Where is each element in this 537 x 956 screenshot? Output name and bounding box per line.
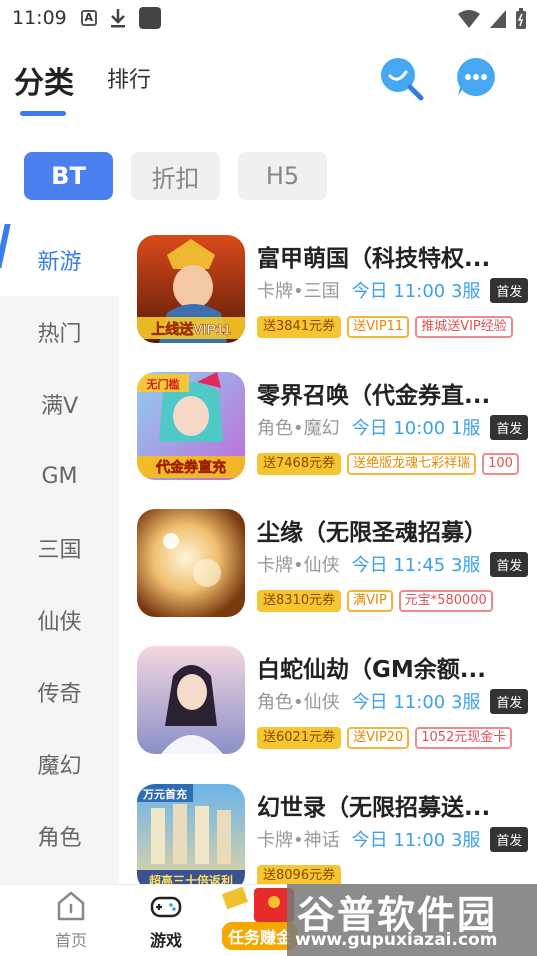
search-icon[interactable]	[378, 55, 424, 105]
game-genre: 卡牌•三国	[257, 281, 340, 302]
game-icon-badge-text: 万元首充	[142, 787, 187, 801]
filter-h5-button[interactable]: H5	[238, 152, 327, 200]
game-icon[interactable]	[137, 509, 245, 617]
wifi-icon	[457, 9, 481, 34]
game-tags: 送8310元券 满VIP 元宝*580000	[257, 590, 521, 612]
game-title[interactable]: 幻世录（无限招募送...	[257, 788, 517, 822]
game-icon[interactable]: 无门槛 代金券直充	[137, 372, 245, 480]
nav-home-label: 首页	[54, 931, 87, 950]
game-icon-caption: 上线送VIP11	[151, 321, 231, 337]
game-list-item[interactable]: 上线送VIP11 富甲萌国（科技特权... 卡牌•三国 今日 11:00 3服 …	[137, 235, 537, 343]
home-icon	[57, 891, 85, 921]
game-title[interactable]: 富甲萌国（科技特权...	[257, 239, 517, 273]
benefit-tag: 元宝*580000	[398, 590, 493, 612]
game-list-item[interactable]: 尘缘（无限圣魂招募） 卡牌•仙侠 今日 11:45 3服 首发 送8310元券 …	[137, 509, 537, 617]
benefit-tag: 满VIP	[347, 590, 393, 612]
game-title[interactable]: 白蛇仙劫（GM余额...	[257, 650, 517, 684]
notification-a-icon: A	[80, 10, 97, 26]
sidebar-item-fantasy[interactable]: 魔幻	[0, 728, 119, 800]
status-bar: 11:09 A	[0, 0, 537, 36]
game-list-item[interactable]: 白蛇仙劫（GM余额... 角色•仙侠 今日 11:00 3服 首发 送6021元…	[137, 646, 537, 754]
server-open-time: 今日 11:00 3服	[351, 281, 481, 302]
voucher-tag: 送8310元券	[257, 590, 342, 612]
status-time: 11:09	[12, 7, 67, 29]
server-open-time: 今日 11:00 3服	[351, 692, 481, 713]
sidebar-item-new[interactable]: 新游	[0, 224, 119, 296]
app-notification-icon	[138, 7, 161, 29]
game-icon[interactable]: 万元首充 超高三十倍返利	[137, 784, 245, 892]
game-icon[interactable]: 上线送VIP11	[137, 235, 245, 343]
game-tags: 送7468元券 送绝版龙魂七彩祥瑞 100	[257, 453, 521, 475]
game-genre: 角色•魔幻	[257, 418, 340, 439]
watermark-url: www.gupuxiazai.com	[295, 930, 498, 950]
download-icon	[109, 8, 127, 28]
game-icon-caption: 代金券直充	[155, 459, 226, 475]
game-meta: 卡牌•三国 今日 11:00 3服 首发	[257, 277, 529, 303]
sidebar-item-gm[interactable]: GM	[0, 440, 119, 512]
filter-discount-button[interactable]: 折扣	[131, 152, 220, 200]
sidebar-item-rpg[interactable]: 角色	[0, 800, 119, 872]
tab-category[interactable]: 分类	[14, 58, 74, 102]
first-release-badge: 首发	[490, 551, 529, 577]
red-envelope-icon	[221, 886, 294, 922]
game-meta: 角色•魔幻 今日 10:00 1服 首发	[257, 414, 529, 440]
game-title[interactable]: 零界召唤（代金券直...	[257, 376, 517, 410]
sidebar-item-full-vip[interactable]: 满V	[0, 368, 119, 440]
nav-home[interactable]: 首页	[41, 889, 101, 951]
server-open-time: 今日 11:00 3服	[351, 830, 481, 851]
game-meta: 卡牌•神话 今日 11:00 3服 首发	[257, 826, 529, 852]
game-icon[interactable]	[137, 646, 245, 754]
game-genre: 卡牌•神话	[257, 830, 340, 851]
tab-ranking[interactable]: 排行	[107, 62, 151, 94]
benefit-tag: 送VIP11	[347, 316, 410, 338]
game-genre: 卡牌•仙侠	[257, 555, 340, 576]
voucher-tag: 送6021元券	[257, 727, 342, 749]
game-list-item[interactable]: 万元首充 超高三十倍返利 幻世录（无限招募送... 卡牌•神话 今日 11:00…	[137, 784, 537, 892]
game-tags: 送3841元券 送VIP11 推城送VIP经验	[257, 316, 521, 338]
game-tags: 送6021元券 送VIP20 1052元现金卡	[257, 727, 521, 749]
benefit-tag: 推城送VIP经验	[415, 316, 513, 338]
voucher-tag: 送3841元券	[257, 316, 342, 338]
active-tab-indicator	[20, 111, 66, 116]
category-sidebar: 新游 热门 满V GM 三国 仙侠 传奇 魔幻 角色	[0, 224, 119, 884]
benefit-tag: 1052元现金卡	[415, 727, 513, 749]
nav-games[interactable]: 游戏	[136, 889, 196, 951]
first-release-badge: 首发	[490, 414, 529, 440]
sidebar-item-hot[interactable]: 热门	[0, 296, 119, 368]
first-release-badge: 首发	[490, 826, 529, 852]
game-genre: 角色•仙侠	[257, 692, 340, 713]
voucher-tag: 送7468元券	[257, 453, 342, 475]
sidebar-item-legend[interactable]: 传奇	[0, 656, 119, 728]
site-watermark: 谷普软件园 www.gupuxiazai.com	[287, 884, 537, 956]
game-list-item[interactable]: 无门槛 代金券直充 零界召唤（代金券直... 角色•魔幻 今日 10:00 1服…	[137, 372, 537, 480]
filter-bt-button[interactable]: BT	[24, 152, 113, 200]
game-icon-badge-text: 无门槛	[146, 377, 180, 391]
benefit-tag: 送绝版龙魂七彩祥瑞	[347, 453, 477, 475]
game-meta: 卡牌•仙侠 今日 11:45 3服 首发	[257, 551, 529, 577]
sidebar-item-three-kingdoms[interactable]: 三国	[0, 512, 119, 584]
first-release-badge: 首发	[490, 277, 529, 303]
game-title[interactable]: 尘缘（无限圣魂招募）	[257, 513, 517, 547]
benefit-tag: 100	[482, 453, 519, 475]
nav-games-label: 游戏	[149, 931, 182, 950]
sidebar-item-xianxia[interactable]: 仙侠	[0, 584, 119, 656]
battery-icon	[515, 8, 527, 35]
server-open-time: 今日 11:45 3服	[351, 555, 481, 576]
game-meta: 角色•仙侠 今日 11:00 3服 首发	[257, 688, 529, 714]
gamepad-icon	[150, 896, 182, 918]
server-open-time: 今日 10:00 1服	[351, 418, 481, 439]
message-icon[interactable]	[454, 55, 498, 103]
benefit-tag: 送VIP20	[347, 727, 410, 749]
first-release-badge: 首发	[490, 688, 529, 714]
signal-icon	[489, 9, 507, 34]
